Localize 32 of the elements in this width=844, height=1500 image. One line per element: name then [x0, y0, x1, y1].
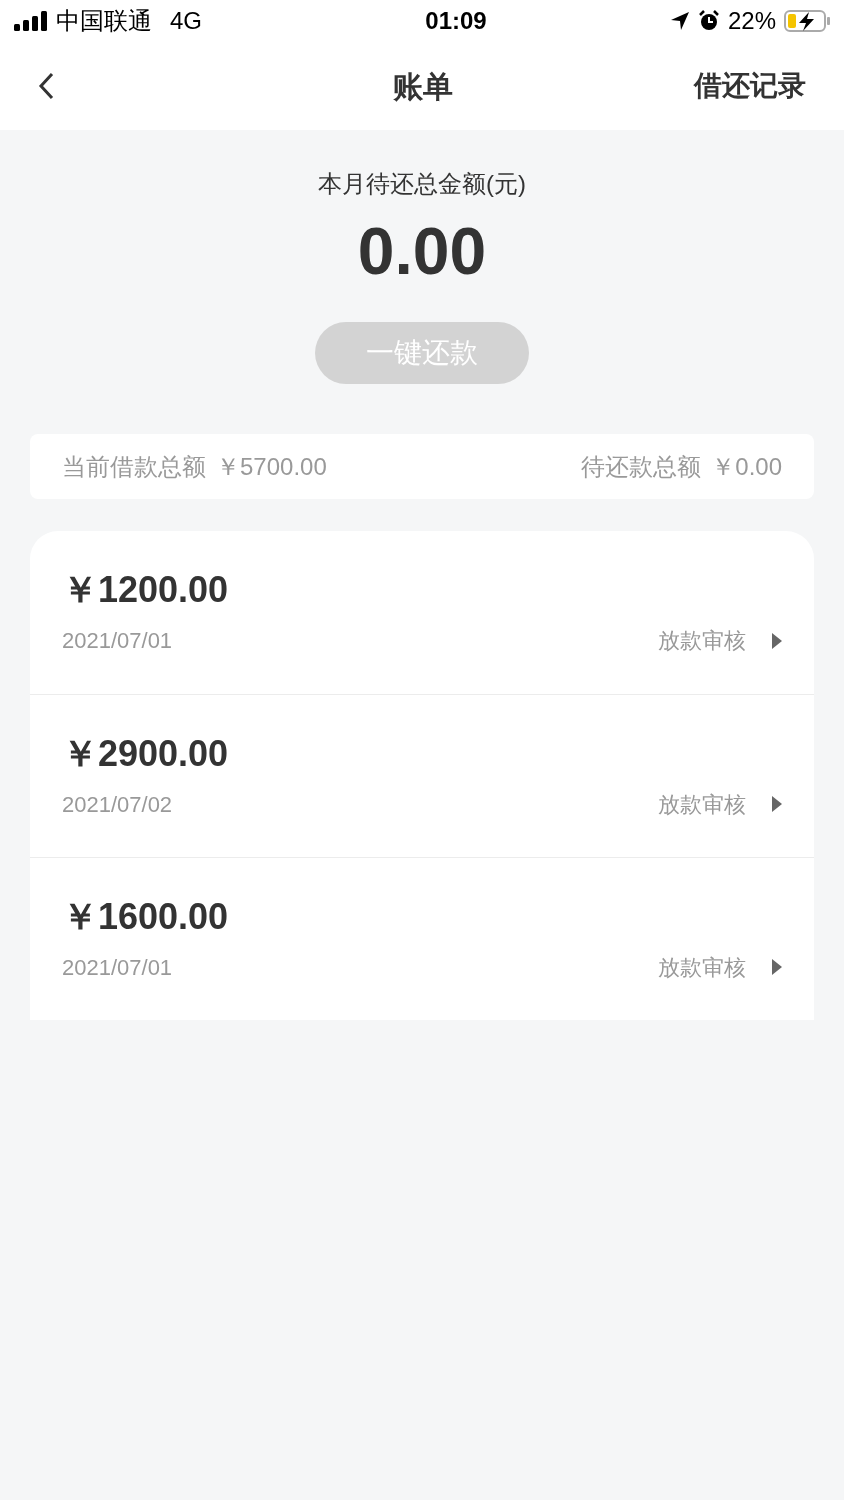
history-link[interactable]: 借还记录 — [694, 65, 806, 107]
bill-amount: ￥1200.00 — [62, 572, 230, 608]
summary-value: ￥0.00 — [711, 451, 782, 482]
bill-status: 放款审核 — [658, 790, 746, 819]
summary-value: ￥5700.00 — [216, 451, 327, 482]
bill-amount: ￥1600.00 — [62, 898, 230, 935]
signal-icon — [14, 11, 48, 31]
clock-time: 01:09 — [425, 6, 487, 36]
back-icon — [38, 72, 54, 100]
bill-row[interactable]: ￥1200.00 2021/07/01 放款审核 — [30, 531, 814, 694]
bill-status: 放款审核 — [658, 627, 746, 655]
carrier-name: 中国联通 — [56, 6, 152, 36]
bill-row[interactable]: ￥1600.00 2021/07/01 放款审核 — [30, 857, 814, 1020]
caret-right-icon — [772, 796, 782, 812]
summary-label: 当前借款总额 — [62, 451, 206, 482]
caret-right-icon — [772, 959, 782, 975]
bill-status: 放款审核 — [658, 953, 746, 982]
location-arrow-icon — [669, 11, 690, 31]
battery-percent: 22% — [727, 6, 776, 36]
bill-date: 2021/07/01 — [62, 627, 173, 655]
due-label: 本月待还总金额(元) — [318, 169, 526, 199]
bill-date: 2021/07/01 — [62, 953, 173, 982]
summary-label: 待还款总额 — [581, 451, 702, 482]
caret-right-icon — [772, 632, 782, 649]
alarm-clock-icon — [697, 10, 720, 32]
bill-date: 2021/07/02 — [62, 790, 173, 819]
page-title: 账单 — [393, 68, 453, 105]
battery-charging-icon — [784, 10, 830, 32]
bill-amount: ￥2900.00 — [62, 735, 230, 772]
due-amount: 0.00 — [357, 218, 487, 284]
network-type: 4G — [170, 6, 202, 36]
bill-row[interactable]: ￥2900.00 2021/07/02 放款审核 — [30, 694, 814, 857]
